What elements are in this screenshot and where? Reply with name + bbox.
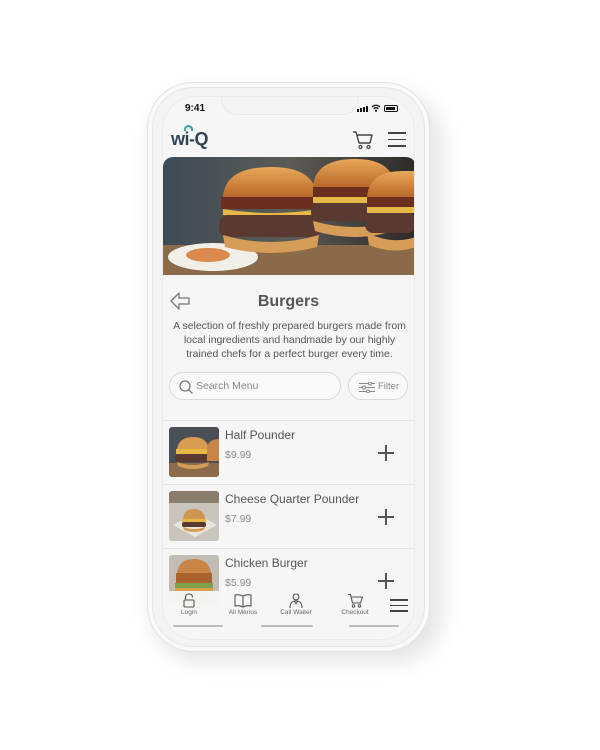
book-icon <box>234 594 252 608</box>
item-name: Half Pounder <box>225 428 296 442</box>
category-title: Burgers <box>257 293 320 310</box>
bottom-navigation: Login All Menus Call Waiter Checkout <box>163 591 414 639</box>
filter-sliders-icon <box>359 382 375 393</box>
wifi-icon <box>371 104 381 112</box>
burgers-hero-illustration <box>163 157 414 275</box>
nav-checkout[interactable]: Checkout <box>329 593 381 616</box>
filter-button[interactable]: Filter <box>348 372 408 400</box>
nav-checkout-label: Checkout <box>341 609 369 616</box>
item-thumbnail <box>169 427 219 477</box>
search-input[interactable]: Search Menu <box>169 372 341 400</box>
waiter-icon <box>289 593 303 608</box>
menu-item-list: Half Pounder $9.99 Cheese Quarter Pounde… <box>163 420 414 612</box>
menu-item[interactable]: Cheese Quarter Pounder $7.99 <box>163 484 414 548</box>
item-price: $5.99 <box>225 577 252 589</box>
tab-indicator <box>173 625 223 627</box>
hero-image <box>163 157 414 275</box>
add-item-plus-icon[interactable] <box>378 445 394 461</box>
battery-icon <box>384 105 398 112</box>
logo-text: wi-Q <box>171 129 209 149</box>
phone-screen: 9:41 wi-Q Burgers A selection of freshly… <box>162 96 415 640</box>
item-name: Cheese Quarter Pounder <box>225 492 360 506</box>
nav-all-menus[interactable]: All Menus <box>217 593 269 616</box>
wiq-logo[interactable]: wi-Q <box>171 125 209 150</box>
nav-login[interactable]: Login <box>163 593 215 616</box>
nav-all-menus-label: All Menus <box>228 609 258 616</box>
item-thumbnail <box>169 491 219 541</box>
status-icons <box>357 104 398 112</box>
nav-hamburger-menu-icon[interactable] <box>390 599 408 616</box>
nav-call-waiter-label: Call Waiter <box>280 609 312 616</box>
signal-icon <box>357 106 368 112</box>
lock-icon <box>183 593 195 608</box>
search-icon <box>179 380 193 394</box>
item-price: $9.99 <box>225 449 252 461</box>
logo-wifi-arc-icon <box>184 125 193 131</box>
cart-icon[interactable] <box>352 130 374 150</box>
tab-indicator <box>261 625 313 627</box>
cart-icon <box>347 593 363 608</box>
tab-indicator <box>349 625 399 627</box>
item-name: Chicken Burger <box>225 556 308 570</box>
nav-login-label: Login <box>181 609 197 616</box>
search-placeholder: Search Menu <box>196 380 259 392</box>
filter-label: Filter <box>378 381 400 392</box>
item-price: $7.99 <box>225 513 252 525</box>
nav-call-waiter[interactable]: Call Waiter <box>270 593 322 616</box>
category-title-row: Burgers <box>163 291 414 315</box>
add-item-plus-icon[interactable] <box>378 509 394 525</box>
app-header: wi-Q <box>163 123 414 153</box>
hamburger-menu-icon[interactable] <box>388 132 406 152</box>
menu-item[interactable]: Half Pounder $9.99 <box>163 420 414 484</box>
status-time: 9:41 <box>185 103 206 114</box>
category-description: A selection of freshly prepared burgers … <box>173 320 406 360</box>
status-bar: 9:41 <box>163 97 414 119</box>
add-item-plus-icon[interactable] <box>378 573 394 589</box>
